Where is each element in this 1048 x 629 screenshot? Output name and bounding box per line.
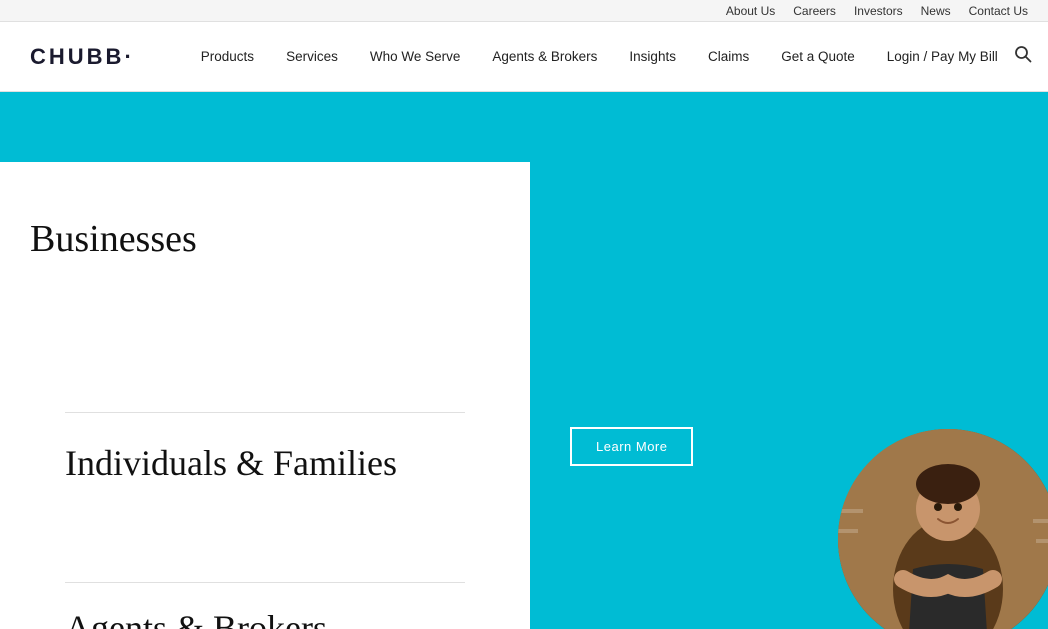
search-icon[interactable]: [1014, 45, 1032, 68]
hero-section: Businesses Individuals & Families Agents…: [0, 92, 1048, 629]
nav-insights[interactable]: Insights: [613, 49, 692, 64]
nav-login[interactable]: Login / Pay My Bill: [871, 49, 1014, 64]
nav-services[interactable]: Services: [270, 49, 354, 64]
agents-heading[interactable]: Agents & Brokers: [65, 607, 327, 629]
nav-agents-brokers[interactable]: Agents & Brokers: [476, 49, 613, 64]
chubb-logo: CHUBB·: [30, 44, 135, 70]
menu-divider-1: [65, 412, 465, 413]
hero-person-image: [838, 429, 1048, 629]
main-nav: CHUBB· Products Services Who We Serve Ag…: [0, 22, 1048, 92]
individuals-heading[interactable]: Individuals & Families: [65, 442, 397, 484]
nav-get-quote[interactable]: Get a Quote: [765, 49, 871, 64]
nav-who-we-serve[interactable]: Who We Serve: [354, 49, 477, 64]
utility-link-careers[interactable]: Careers: [793, 4, 836, 18]
utility-link-investors[interactable]: Investors: [854, 4, 903, 18]
utility-link-about[interactable]: About Us: [726, 4, 775, 18]
utility-bar: About Us Careers Investors News Contact …: [0, 0, 1048, 22]
businesses-heading[interactable]: Businesses: [30, 217, 197, 261]
nav-claims[interactable]: Claims: [692, 49, 765, 64]
learn-more-button[interactable]: Learn More: [570, 427, 693, 466]
utility-link-news[interactable]: News: [921, 4, 951, 18]
nav-links: Products Services Who We Serve Agents & …: [185, 49, 1014, 64]
nav-products[interactable]: Products: [185, 49, 270, 64]
menu-divider-2: [65, 582, 465, 583]
utility-link-contact[interactable]: Contact Us: [969, 4, 1028, 18]
